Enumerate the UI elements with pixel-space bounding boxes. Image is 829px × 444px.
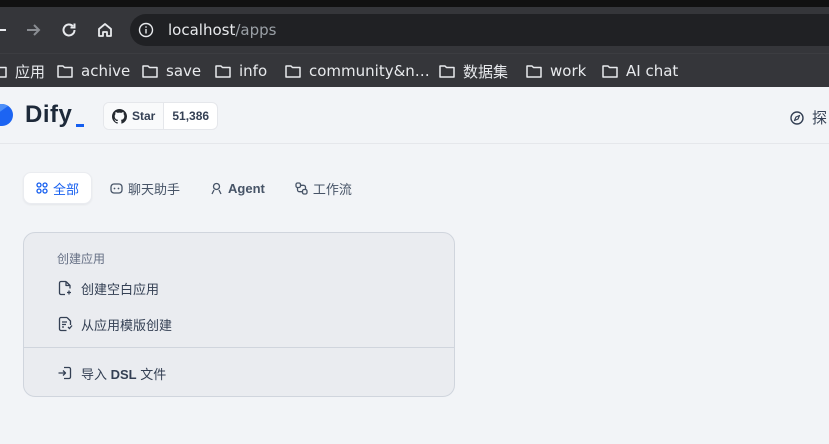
home-icon [98,23,112,37]
grid-icon [36,182,48,194]
item-label: 创建空白应用 [81,281,160,297]
card-divider [24,347,454,348]
bookmark-folder-apps[interactable]: 应用 [0,59,45,83]
import-dsl-text: DSL [110,366,137,382]
folder-icon [215,65,231,78]
reload-icon [62,23,76,37]
folder-icon [526,65,542,78]
folder-icon [285,65,301,78]
bookmark-folder-info[interactable]: info [215,59,267,83]
create-blank-app-button[interactable]: 创建空白应用 [57,276,159,300]
logo-underscore [76,124,84,127]
back-button[interactable] [0,18,12,42]
tab-workflow[interactable]: 工作流 [283,172,364,204]
tab-label: 工作流 [312,181,352,197]
chat-bot-icon [110,182,123,194]
bookmark-label: save [166,62,202,80]
window-top-strip [0,0,829,7]
bookmark-label: community&n… [309,62,430,80]
create-from-template-button[interactable]: 从应用模版创建 [57,312,172,336]
file-plus-icon [58,280,71,296]
home-button[interactable] [93,18,117,42]
github-star-badge[interactable]: Star 51,386 [103,102,219,130]
bookmark-label: info [239,62,268,80]
address-url[interactable]: localhost/apps [168,21,276,39]
dify-logo-icon[interactable] [0,101,18,129]
bookmark-folder-datasets[interactable]: 数据集 [439,59,508,83]
bookmark-label: achive [81,62,131,80]
tab-all[interactable]: 全部 [23,172,93,204]
bookmark-label: AI chat [626,62,679,80]
star-label: Star [132,109,156,123]
import-suffix: 文件 [136,366,167,382]
reload-button[interactable] [57,18,81,42]
create-app-card: 创建应用 创建空白应用 从应用模版创建 导入 DSL 文件 [23,232,455,397]
folder-icon [57,65,73,78]
import-prefix: 导入 [81,366,111,382]
app-type-tabs: 全部 聊天助手 Agent 工作流 [23,172,370,204]
explore-nav[interactable]: 探 [790,107,827,128]
workflow-icon [295,181,308,195]
address-bar[interactable]: localhost/apps [130,14,829,46]
explore-label: 探 [812,110,828,127]
bookmark-folder-save[interactable]: save [142,59,201,83]
github-star-button[interactable]: Star [104,103,165,129]
arrow-left-icon [0,29,6,31]
bookmark-folder-work[interactable]: work [526,59,586,83]
bookmark-folder-achive[interactable]: achive [57,59,130,83]
folder-icon [602,65,618,78]
agent-icon [211,182,222,194]
folder-icon [0,66,7,78]
site-info-icon[interactable] [138,22,154,38]
star-count: 51,386 [172,109,210,123]
logo-text[interactable]: Dify [25,101,72,129]
bookmark-folder-ai-chat[interactable]: AI chat [602,59,678,83]
forward-button[interactable] [21,18,45,42]
tab-chat-assistant[interactable]: 聊天助手 [98,172,192,204]
bookmarks-bar: 应用 achive save info community&n… 数据集 wor… [0,53,829,87]
tab-agent[interactable]: Agent [198,172,277,204]
url-host: localhost [168,21,236,39]
compass-icon [790,110,804,125]
bookmark-label: 应用 [15,62,46,81]
app-header: Dify Star 51,386 探 [0,87,829,144]
github-icon [112,108,127,124]
bookmark-label: 数据集 [463,62,509,81]
bookmark-label: work [550,62,587,80]
url-path: /apps [235,21,277,39]
item-label: 从应用模版创建 [81,317,173,333]
import-dsl-button[interactable]: 导入 DSL 文件 [57,361,166,385]
tab-label: 全部 [53,181,80,197]
folder-icon [439,65,455,78]
template-icon [58,316,73,332]
browser-toolbar: localhost/apps [0,7,829,53]
folder-icon [142,65,158,78]
import-label: 导入 DSL 文件 [81,364,166,383]
bookmark-folder-community[interactable]: community&n… [285,59,430,83]
import-icon [58,366,72,380]
arrow-right-icon [27,24,41,36]
tab-label: Agent [228,180,265,196]
create-app-title: 创建应用 [57,252,106,266]
tab-label: 聊天助手 [128,181,181,197]
